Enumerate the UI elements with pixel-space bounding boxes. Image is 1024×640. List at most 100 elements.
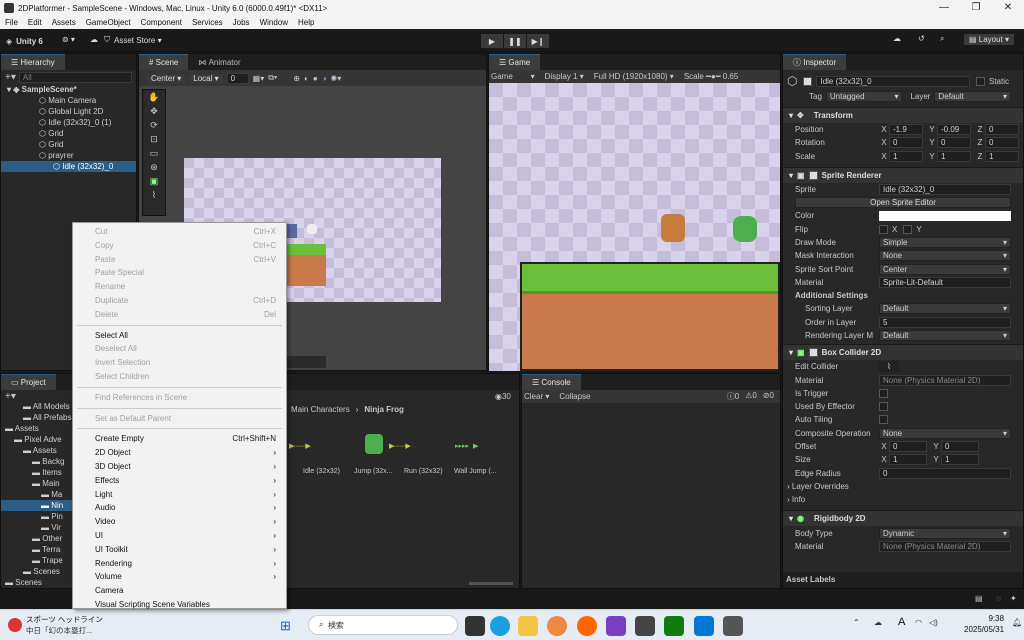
- chrome-icon[interactable]: [547, 616, 567, 636]
- tab-animator[interactable]: ⋈ Animator: [188, 54, 251, 70]
- project-tree-item[interactable]: ▬ Trape: [1, 555, 73, 566]
- play-button[interactable]: ▶: [481, 34, 503, 48]
- order-in-layer-field[interactable]: 5: [879, 316, 1011, 328]
- position-z-field[interactable]: 0: [985, 124, 1019, 136]
- context-menu-item[interactable]: Visual Scripting Scene Variables: [73, 598, 286, 612]
- rect-tool-icon[interactable]: ▭: [143, 146, 165, 160]
- menu-file[interactable]: File: [0, 18, 23, 27]
- scale-z-field[interactable]: 1: [985, 150, 1019, 162]
- windows-start-icon[interactable]: ⊞: [280, 618, 291, 634]
- context-menu-item[interactable]: Rendering ›: [73, 557, 286, 571]
- context-menu-item[interactable]: Select All: [73, 329, 286, 343]
- hierarchy-item[interactable]: ⬡ Global Light 2D: [1, 106, 136, 117]
- clip-label-jump[interactable]: Jump (32x...: [354, 468, 393, 475]
- scale-y-field[interactable]: 1: [937, 150, 971, 162]
- project-tree-item[interactable]: ▬ Terra: [1, 544, 73, 555]
- grid-snap-field[interactable]: 0: [226, 72, 249, 84]
- gizmo-icon[interactable]: ⊕: [293, 74, 300, 83]
- shading-icon[interactable]: ◐: [304, 74, 309, 83]
- rotation-y-field[interactable]: 0: [937, 137, 971, 149]
- context-menu-item[interactable]: UI Toolkit ›: [73, 543, 286, 557]
- tab-scene[interactable]: # Scene: [139, 54, 189, 70]
- context-menu-item[interactable]: Audio ›: [73, 501, 286, 515]
- edit-collider-icon[interactable]: ⌇: [879, 361, 899, 373]
- custom-tool-icon[interactable]: ⌇: [143, 188, 165, 202]
- minimize-button[interactable]: —: [928, 0, 960, 16]
- is-trigger-checkbox[interactable]: [879, 388, 888, 398]
- space-dropdown[interactable]: Local ▾: [189, 73, 223, 83]
- breadcrumb-parent[interactable]: Main Characters: [291, 405, 350, 414]
- project-tree-item[interactable]: ▬ Assets: [1, 423, 73, 434]
- copilot-icon[interactable]: [694, 616, 714, 636]
- context-menu-item[interactable]: 3D Object ›: [73, 460, 286, 474]
- hierarchy-item[interactable]: ⬡ prayrer: [1, 150, 136, 161]
- add-icon[interactable]: +▾: [5, 72, 16, 83]
- log-count[interactable]: ⓘ0: [727, 391, 739, 402]
- menu-edit[interactable]: Edit: [23, 18, 47, 27]
- maximize-button[interactable]: ❐: [960, 0, 992, 16]
- hierarchy-item[interactable]: ⬡ Grid: [1, 128, 136, 139]
- asset-store-button[interactable]: ⛉ Asset Store ▾: [104, 35, 162, 45]
- visual-studio-icon[interactable]: [606, 616, 626, 636]
- material-field[interactable]: Sprite-Lit-Default: [879, 276, 1011, 288]
- layer-overrides-foldout[interactable]: › Layer Overrides: [783, 480, 1023, 493]
- menu-window[interactable]: Window: [255, 18, 293, 27]
- warning-count[interactable]: ⚠0: [745, 391, 757, 402]
- collapse-button[interactable]: Collapse: [559, 392, 590, 401]
- context-menu-item[interactable]: Video ›: [73, 515, 286, 529]
- wifi-icon[interactable]: ◠: [915, 618, 922, 627]
- clip-label-walljump[interactable]: Wall Jump (...: [454, 468, 497, 475]
- menu-help[interactable]: Help: [293, 18, 319, 27]
- physics-material-field[interactable]: None (Physics Material 2D): [879, 374, 1011, 386]
- sorting-layer-dropdown[interactable]: Default: [879, 303, 1011, 315]
- scale-slider[interactable]: Scale ━●━ 0.65: [684, 72, 739, 81]
- context-menu-item[interactable]: Effects ›: [73, 474, 286, 488]
- file-explorer-icon[interactable]: [518, 616, 538, 636]
- composite-operation-dropdown[interactable]: None: [879, 427, 1011, 439]
- menu-jobs[interactable]: Jobs: [228, 18, 255, 27]
- pause-button[interactable]: ❚❚: [504, 34, 526, 48]
- rendering-layer-dropdown[interactable]: Default: [879, 330, 1011, 341]
- project-tree-item[interactable]: ▬ All Prefabs: [1, 412, 73, 423]
- hand-tool-icon[interactable]: ✋: [143, 90, 165, 104]
- taskbar-search-input[interactable]: ⌕ 検索: [308, 615, 458, 635]
- project-tree-item[interactable]: ▬ Vir: [1, 522, 73, 533]
- hierarchy-item[interactable]: ⬡ Main Camera: [1, 95, 136, 106]
- used-by-effector-checkbox[interactable]: [879, 402, 888, 412]
- unity-account-button[interactable]: ◈ Unity 6: [6, 35, 43, 47]
- project-tree-item[interactable]: ▬ Other: [1, 533, 73, 544]
- clip-label-idle[interactable]: Idle (32x32): [303, 468, 340, 475]
- error-count[interactable]: ⊘0: [763, 391, 774, 402]
- tab-inspector[interactable]: ⓘ Inspector: [783, 54, 847, 70]
- edge-browser-icon[interactable]: [490, 616, 510, 636]
- wireframe-icon[interactable]: ●: [313, 74, 318, 83]
- sprite-renderer-header[interactable]: ▾ ▣ Sprite Renderer: [783, 166, 1023, 183]
- step-button[interactable]: ▶❙: [527, 34, 549, 48]
- transform-header[interactable]: ▾ ✥ Transform: [783, 107, 1023, 123]
- rotation-z-field[interactable]: 0: [985, 137, 1019, 149]
- project-tree-item[interactable]: ▬ Main: [1, 478, 73, 489]
- clip-label-run[interactable]: Run (32x32): [404, 468, 443, 475]
- hierarchy-item[interactable]: ⬡ Grid: [1, 139, 136, 150]
- cloud-services-icon[interactable]: ☁: [893, 34, 901, 43]
- static-checkbox[interactable]: [975, 76, 985, 86]
- project-tree-item[interactable]: ▬ Scenes: [1, 577, 73, 588]
- scene-ghost-sprite[interactable]: [307, 224, 317, 234]
- open-sprite-editor-button[interactable]: Open Sprite Editor: [795, 197, 1011, 209]
- context-menu-item[interactable]: Create Empty Ctrl+Shift+N: [73, 432, 286, 446]
- progress-icon[interactable]: ◌: [996, 594, 1001, 603]
- additional-settings-foldout[interactable]: Additional Settings: [783, 289, 1023, 302]
- offset-x-field[interactable]: 0: [889, 441, 927, 453]
- cloud-tray-icon[interactable]: ☁: [874, 618, 882, 627]
- display-dropdown[interactable]: Display 1 ▾: [545, 72, 584, 81]
- news-widget[interactable]: スポーツ ヘッドライン 中日「幻の本塁打...: [8, 614, 108, 636]
- box-collider-enabled-checkbox[interactable]: [808, 348, 818, 358]
- sprite-renderer-enabled-checkbox[interactable]: [808, 170, 818, 180]
- context-menu-item[interactable]: Light ›: [73, 488, 286, 502]
- project-tree-item[interactable]: ▬ All Models: [1, 401, 73, 412]
- rigidbody-header[interactable]: ▾ ◉ Rigidbody 2D: [783, 510, 1023, 527]
- breadcrumb-current[interactable]: Ninja Frog: [364, 405, 404, 414]
- game-mode-dropdown[interactable]: Game ▾: [491, 72, 535, 81]
- menu-gameobject[interactable]: GameObject: [81, 18, 136, 27]
- auto-tiling-checkbox[interactable]: [879, 415, 888, 425]
